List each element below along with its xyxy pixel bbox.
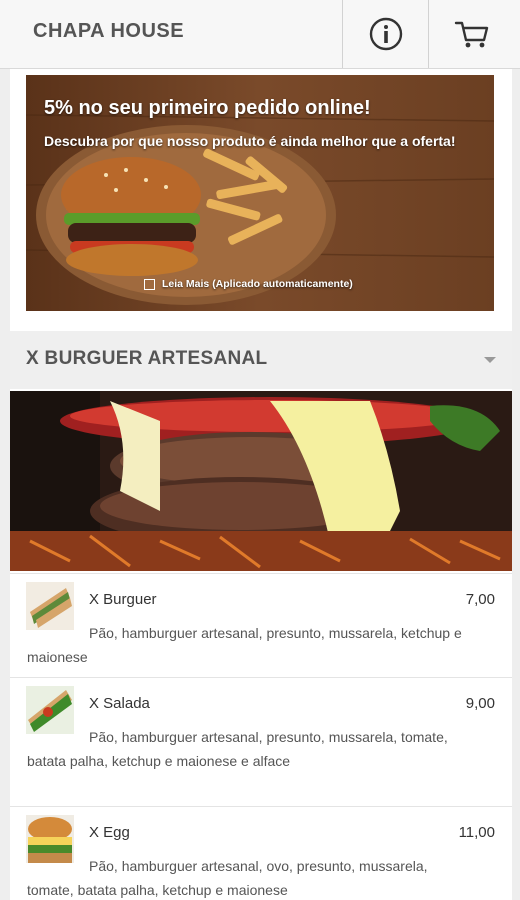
- info-circle-icon: [369, 17, 403, 51]
- item-price: 7,00: [465, 591, 495, 608]
- promo-title: 5% no seu primeiro pedido online!: [44, 97, 371, 119]
- promo-banner[interactable]: 5% no seu primeiro pedido online! Descub…: [26, 75, 494, 311]
- item-description: Pão, hamburguer artesanal, presunto, mus…: [27, 625, 462, 665]
- promo-link-label: Leia Mais (Aplicado automaticamente): [162, 278, 353, 290]
- category-header[interactable]: X BURGUER ARTESANAL: [10, 331, 512, 389]
- menu-content[interactable]: 5% no seu primeiro pedido online! Descub…: [10, 69, 512, 900]
- category-title: X BURGUER ARTESANAL: [26, 348, 268, 369]
- menu-item[interactable]: X Salada 9,00 Pão, hamburguer artesanal,…: [10, 677, 512, 806]
- expand-icon: [144, 278, 155, 290]
- item-price: 9,00: [465, 695, 495, 712]
- item-description: Pão, hamburguer artesanal, ovo, presunto…: [27, 858, 428, 898]
- brand-title[interactable]: CHAPA HOUSE: [33, 20, 184, 43]
- shopping-cart-icon: [454, 21, 489, 48]
- item-description: Pão, hamburguer artesanal, presunto, mus…: [27, 729, 448, 769]
- info-button[interactable]: [342, 0, 429, 68]
- menu-item[interactable]: X Burguer 7,00 Pão, hamburguer artesanal…: [10, 573, 512, 677]
- chevron-down-icon: [484, 357, 496, 363]
- item-name: X Salada: [89, 695, 150, 712]
- item-name: X Burguer: [89, 591, 157, 608]
- item-name: X Egg: [89, 824, 130, 841]
- category-banner-image: [10, 391, 512, 571]
- item-price: 11,00: [458, 824, 495, 841]
- top-bar: CHAPA HOUSE: [0, 0, 520, 69]
- cart-button[interactable]: [428, 0, 515, 68]
- menu-item[interactable]: X Egg 11,00 Pão, hamburguer artesanal, o…: [10, 806, 512, 900]
- promo-subtitle: Descubra por que nosso produto é ainda m…: [44, 133, 456, 149]
- promo-read-more-link[interactable]: Leia Mais (Aplicado automaticamente): [144, 278, 353, 290]
